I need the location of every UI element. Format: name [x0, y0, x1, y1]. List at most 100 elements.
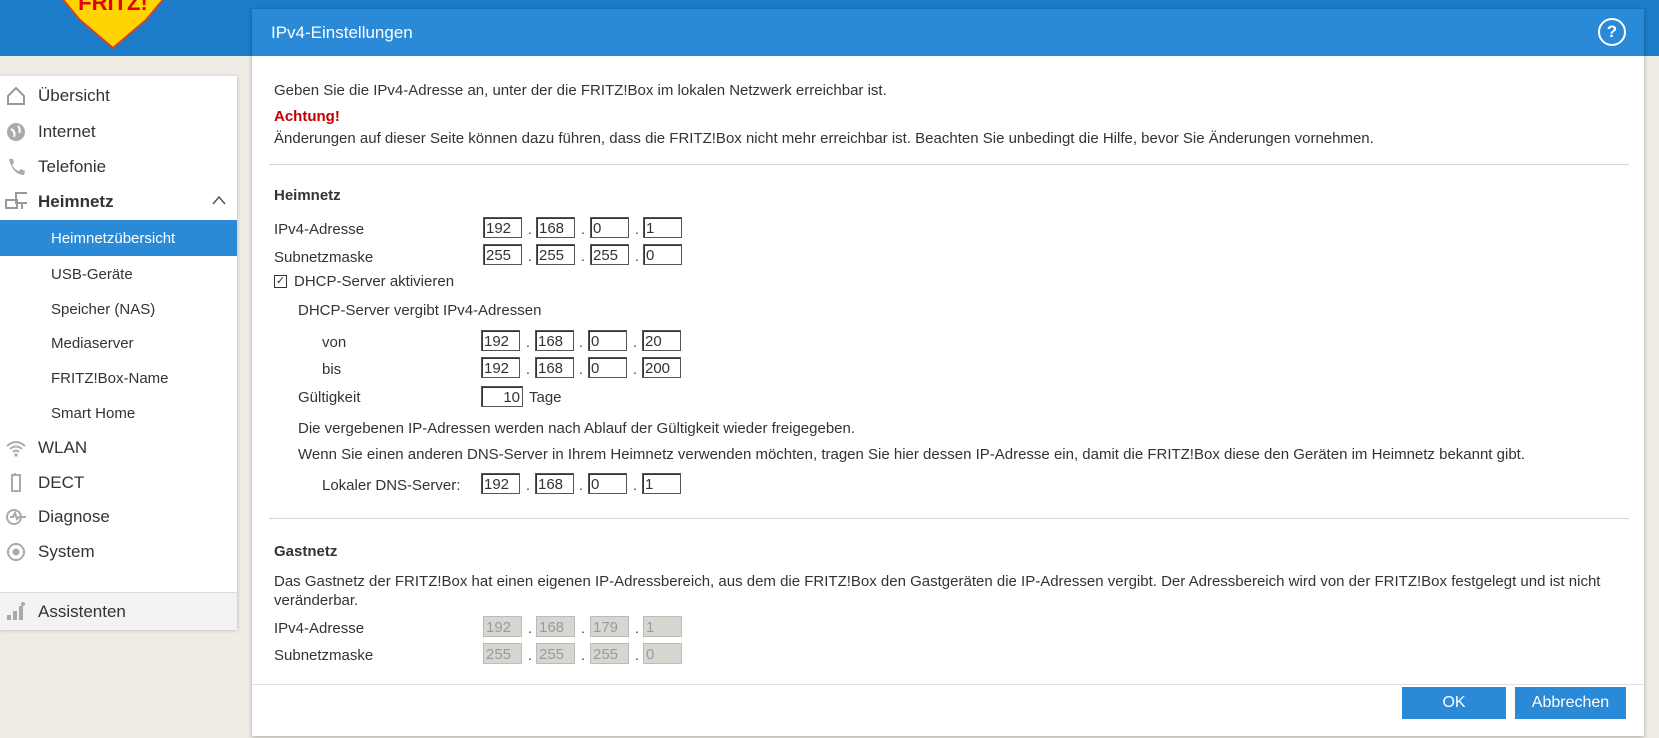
gastnetz-heading: Gastnetz	[274, 543, 338, 560]
cancel-button[interactable]: Abbrechen	[1515, 687, 1626, 719]
ip-separator: .	[635, 647, 639, 663]
ip-octet-input: 255	[536, 643, 575, 664]
ok-button[interactable]: OK	[1402, 687, 1506, 719]
sidebar-item-uebersicht[interactable]: Übersicht	[0, 78, 237, 114]
ip-octet-input[interactable]: 0	[590, 217, 629, 238]
panel-header: IPv4-Einstellungen ?	[252, 9, 1644, 56]
ip-octet-input[interactable]: 0	[588, 330, 627, 351]
ip-octet-input[interactable]: 168	[535, 330, 574, 351]
subnet-mask-label: Subnetzmaske	[274, 249, 374, 266]
ip-octet-input[interactable]: 0	[643, 244, 682, 265]
footer-divider	[252, 684, 1644, 685]
network-icon	[5, 191, 27, 213]
sidebar-subitem-label: FRITZ!Box-Name	[51, 369, 169, 387]
sidebar-item-label: Telefonie	[38, 157, 107, 176]
ip-octet-input: 1	[643, 616, 682, 637]
ip-octet-input[interactable]: 168	[536, 217, 575, 238]
sidebar-item-usb-geraete[interactable]: USB-Geräte	[0, 256, 237, 292]
sidebar-item-assistenten[interactable]: Assistenten	[0, 592, 237, 630]
ip-octet-input[interactable]: 192	[481, 473, 520, 494]
ip-octet-input[interactable]: 192	[483, 217, 522, 238]
chevron-up-icon[interactable]	[211, 194, 227, 206]
dhcp-range-label: DHCP-Server vergibt IPv4-Adressen	[298, 302, 542, 319]
sidebar-item-smart-home[interactable]: Smart Home	[0, 395, 237, 431]
ip-octet-input[interactable]: 255	[536, 244, 575, 265]
logo-text: FRITZ!	[78, 0, 148, 15]
sidebar-item-mediaserver[interactable]: Mediaserver	[0, 325, 237, 361]
ip-separator: .	[528, 647, 532, 663]
ip-octet-input[interactable]: 0	[588, 473, 627, 494]
sidebar-item-speicher-nas[interactable]: Speicher (NAS)	[0, 291, 237, 327]
ip-separator: .	[581, 221, 585, 237]
sidebar-item-label: Übersicht	[38, 86, 110, 105]
sidebar-subitem-label: Smart Home	[51, 404, 136, 422]
ip-octet-input[interactable]: 168	[535, 357, 574, 378]
sidebar-item-label: Diagnose	[38, 507, 110, 526]
divider	[269, 518, 1629, 519]
ip-separator: .	[528, 620, 532, 636]
ip-octet-input: 179	[590, 616, 629, 637]
ip-octet-input: 168	[536, 616, 575, 637]
ip-separator: .	[635, 248, 639, 264]
heimnetz-heading: Heimnetz	[274, 187, 341, 204]
sidebar: Übersicht Internet Telefonie Heimnetz He…	[0, 76, 237, 630]
ip-octet-input: 255	[590, 643, 629, 664]
sidebar-item-internet[interactable]: Internet	[0, 114, 237, 150]
sidebar-subitem-label: USB-Geräte	[51, 265, 133, 283]
help-icon[interactable]: ?	[1598, 18, 1626, 46]
ip-separator: .	[635, 620, 639, 636]
sidebar-item-dect[interactable]: DECT	[0, 465, 237, 501]
ip-octet-input[interactable]: 192	[481, 330, 520, 351]
ip-separator: .	[581, 620, 585, 636]
globe-icon	[5, 121, 27, 143]
sidebar-item-heimnetzuebersicht[interactable]: Heimnetzübersicht	[0, 220, 237, 256]
ip-octet-input[interactable]: 1	[642, 473, 681, 494]
ip-separator: .	[579, 477, 583, 493]
ip-separator: .	[528, 221, 532, 237]
sidebar-item-diagnose[interactable]: Diagnose	[0, 499, 237, 535]
settings-panel: IPv4-Einstellungen ? Geben Sie die IPv4-…	[252, 9, 1644, 736]
sidebar-subitem-label: Speicher (NAS)	[51, 300, 156, 318]
ip-octet-input: 192	[483, 616, 522, 637]
sidebar-subitem-label: Mediaserver	[51, 334, 134, 352]
sidebar-item-heimnetz[interactable]: Heimnetz	[0, 184, 237, 220]
ip-octet-input[interactable]: 168	[535, 473, 574, 494]
sidebar-item-wlan[interactable]: WLAN	[0, 430, 237, 466]
guest-ipv4-label: IPv4-Adresse	[274, 620, 365, 637]
ip-octet-input[interactable]: 1	[643, 217, 682, 238]
home-icon	[5, 85, 27, 107]
ip-octet-input[interactable]: 255	[483, 244, 522, 265]
sidebar-item-fritzbox-name[interactable]: FRITZ!Box-Name	[0, 360, 237, 396]
system-icon	[5, 541, 27, 563]
sidebar-item-system[interactable]: System	[0, 534, 237, 570]
ip-separator: .	[633, 361, 637, 377]
ip-separator: .	[528, 248, 532, 264]
dns-server-label: Lokaler DNS-Server:	[322, 477, 461, 494]
warning-text: Änderungen auf dieser Seite können dazu …	[274, 130, 1374, 147]
ip-separator: .	[581, 647, 585, 663]
ip-octet-input[interactable]: 20	[642, 330, 681, 351]
ip-octet-input: 255	[483, 643, 522, 664]
ip-separator: .	[633, 477, 637, 493]
sidebar-item-label: DECT	[38, 473, 85, 492]
ip-separator: .	[635, 221, 639, 237]
sidebar-item-label: WLAN	[38, 438, 88, 457]
sidebar-item-telefonie[interactable]: Telefonie	[0, 149, 237, 185]
fritz-logo[interactable]: FRITZ!	[48, 0, 178, 50]
ip-octet-input[interactable]: 200	[642, 357, 681, 378]
ip-octet-input[interactable]: 192	[481, 357, 520, 378]
validity-input[interactable]: 10	[481, 386, 523, 407]
ip-octet-input[interactable]: 255	[590, 244, 629, 265]
ip-separator: .	[579, 334, 583, 350]
diagnose-icon	[5, 506, 27, 528]
release-note: Die vergebenen IP-Adressen werden nach A…	[298, 420, 856, 437]
sidebar-item-label: Internet	[38, 122, 96, 141]
dhcp-to-label: bis	[322, 361, 342, 378]
gastnetz-text: Das Gastnetz der FRITZ!Box hat einen eig…	[274, 573, 1601, 590]
ip-octet-input[interactable]: 0	[588, 357, 627, 378]
validity-unit: Tage	[529, 389, 562, 406]
ip-octet-input: 0	[643, 643, 682, 664]
gastnetz-text-cont: veränderbar.	[274, 592, 359, 609]
dhcp-server-checkbox[interactable]: ✓	[274, 275, 287, 288]
sidebar-subitem-label: Heimnetzübersicht	[51, 229, 176, 247]
